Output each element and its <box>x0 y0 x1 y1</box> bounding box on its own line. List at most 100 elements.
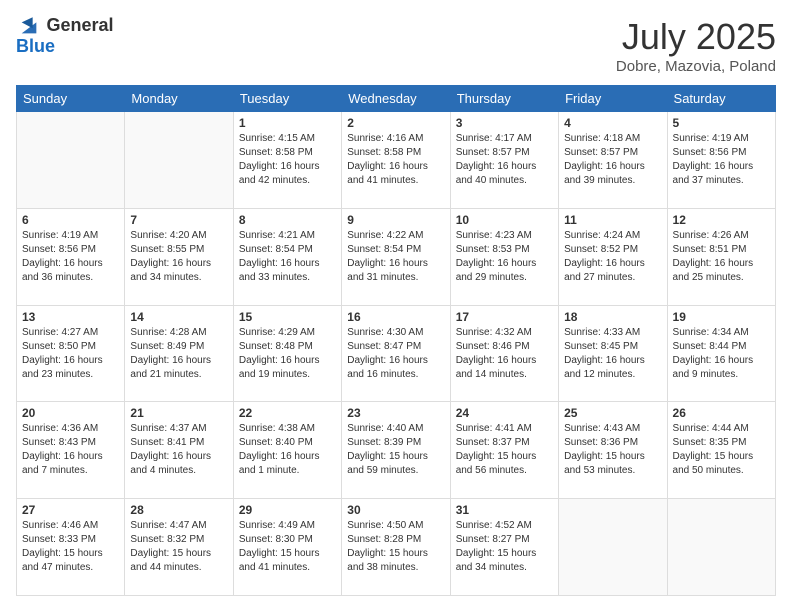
day-info: Sunrise: 4:27 AM Sunset: 8:50 PM Dayligh… <box>22 326 119 382</box>
day-info: Sunrise: 4:29 AM Sunset: 8:48 PM Dayligh… <box>239 326 336 382</box>
day-info: Sunrise: 4:46 AM Sunset: 8:33 PM Dayligh… <box>22 519 119 575</box>
location: Dobre, Mazovia, Poland <box>616 58 776 75</box>
day-info: Sunrise: 4:38 AM Sunset: 8:40 PM Dayligh… <box>239 422 336 478</box>
calendar-table: SundayMondayTuesdayWednesdayThursdayFrid… <box>16 85 776 596</box>
day-number: 16 <box>347 310 444 324</box>
day-number: 6 <box>22 213 119 227</box>
day-info: Sunrise: 4:16 AM Sunset: 8:58 PM Dayligh… <box>347 132 444 188</box>
calendar-cell: 4Sunrise: 4:18 AM Sunset: 8:57 PM Daylig… <box>559 112 667 209</box>
day-number: 9 <box>347 213 444 227</box>
month-year: July 2025 <box>616 16 776 58</box>
day-number: 19 <box>673 310 770 324</box>
day-number: 5 <box>673 116 770 130</box>
weekday-header-tuesday: Tuesday <box>233 86 341 112</box>
day-info: Sunrise: 4:30 AM Sunset: 8:47 PM Dayligh… <box>347 326 444 382</box>
calendar-cell: 27Sunrise: 4:46 AM Sunset: 8:33 PM Dayli… <box>17 499 125 596</box>
calendar-cell <box>559 499 667 596</box>
day-info: Sunrise: 4:20 AM Sunset: 8:55 PM Dayligh… <box>130 229 227 285</box>
day-number: 29 <box>239 503 336 517</box>
day-number: 30 <box>347 503 444 517</box>
day-info: Sunrise: 4:17 AM Sunset: 8:57 PM Dayligh… <box>456 132 553 188</box>
calendar-cell <box>125 112 233 209</box>
calendar-cell: 28Sunrise: 4:47 AM Sunset: 8:32 PM Dayli… <box>125 499 233 596</box>
calendar-cell: 20Sunrise: 4:36 AM Sunset: 8:43 PM Dayli… <box>17 402 125 499</box>
day-info: Sunrise: 4:50 AM Sunset: 8:28 PM Dayligh… <box>347 519 444 575</box>
day-info: Sunrise: 4:24 AM Sunset: 8:52 PM Dayligh… <box>564 229 661 285</box>
day-info: Sunrise: 4:37 AM Sunset: 8:41 PM Dayligh… <box>130 422 227 478</box>
day-info: Sunrise: 4:34 AM Sunset: 8:44 PM Dayligh… <box>673 326 770 382</box>
day-number: 22 <box>239 406 336 420</box>
day-number: 26 <box>673 406 770 420</box>
day-info: Sunrise: 4:28 AM Sunset: 8:49 PM Dayligh… <box>130 326 227 382</box>
day-info: Sunrise: 4:43 AM Sunset: 8:36 PM Dayligh… <box>564 422 661 478</box>
day-number: 12 <box>673 213 770 227</box>
weekday-header-thursday: Thursday <box>450 86 558 112</box>
day-number: 8 <box>239 213 336 227</box>
calendar-cell: 22 Sunrise: 4:38 AM Sunset: 8:40 PM Dayli… <box>233 402 341 499</box>
day-number: 24 <box>456 406 553 420</box>
day-info: Sunrise: 4:15 AM Sunset: 8:58 PM Dayligh… <box>239 132 336 188</box>
calendar-cell: 23Sunrise: 4:40 AM Sunset: 8:39 PM Dayli… <box>342 402 450 499</box>
calendar-cell: 5 Sunrise: 4:19 AM Sunset: 8:56 PM Daylig… <box>667 112 775 209</box>
day-info: Sunrise: 4:41 AM Sunset: 8:37 PM Dayligh… <box>456 422 553 478</box>
page: General Blue July 2025 Dobre, Mazovia, P… <box>0 0 792 612</box>
logo-general: General <box>46 15 113 35</box>
day-info: Sunrise: 4:52 AM Sunset: 8:27 PM Dayligh… <box>456 519 553 575</box>
day-info: Sunrise: 4:32 AM Sunset: 8:46 PM Dayligh… <box>456 326 553 382</box>
calendar-cell: 8 Sunrise: 4:21 AM Sunset: 8:54 PM Daylig… <box>233 208 341 305</box>
calendar-cell: 11Sunrise: 4:24 AM Sunset: 8:52 PM Dayli… <box>559 208 667 305</box>
day-info: Sunrise: 4:19 AM Sunset: 8:56 PM Dayligh… <box>673 132 770 188</box>
calendar-cell: 31 Sunrise: 4:52 AM Sunset: 8:27 PM Dayli… <box>450 499 558 596</box>
day-number: 7 <box>130 213 227 227</box>
day-number: 21 <box>130 406 227 420</box>
calendar-cell: 24 Sunrise: 4:41 AM Sunset: 8:37 PM Dayli… <box>450 402 558 499</box>
calendar-cell: 6 Sunrise: 4:19 AM Sunset: 8:56 PM Daylig… <box>17 208 125 305</box>
logo-blue: Blue <box>16 36 55 56</box>
day-number: 1 <box>239 116 336 130</box>
calendar-cell: 2 Sunrise: 4:16 AM Sunset: 8:58 PM Daylig… <box>342 112 450 209</box>
calendar-cell: 10 Sunrise: 4:23 AM Sunset: 8:53 PM Dayli… <box>450 208 558 305</box>
day-info: Sunrise: 4:33 AM Sunset: 8:45 PM Dayligh… <box>564 326 661 382</box>
day-number: 18 <box>564 310 661 324</box>
calendar-cell: 1 Sunrise: 4:15 AM Sunset: 8:58 PM Daylig… <box>233 112 341 209</box>
calendar-cell: 3 Sunrise: 4:17 AM Sunset: 8:57 PM Daylig… <box>450 112 558 209</box>
day-info: Sunrise: 4:23 AM Sunset: 8:53 PM Dayligh… <box>456 229 553 285</box>
day-number: 25 <box>564 406 661 420</box>
calendar-cell: 25 Sunrise: 4:43 AM Sunset: 8:36 PM Dayli… <box>559 402 667 499</box>
day-info: Sunrise: 4:21 AM Sunset: 8:54 PM Dayligh… <box>239 229 336 285</box>
calendar-cell: 29Sunrise: 4:49 AM Sunset: 8:30 PM Dayli… <box>233 499 341 596</box>
day-info: Sunrise: 4:18 AM Sunset: 8:57 PM Dayligh… <box>564 132 661 188</box>
calendar-cell: 18 Sunrise: 4:33 AM Sunset: 8:45 PM Dayli… <box>559 305 667 402</box>
logo-icon <box>18 15 40 37</box>
day-info: Sunrise: 4:19 AM Sunset: 8:56 PM Dayligh… <box>22 229 119 285</box>
day-number: 28 <box>130 503 227 517</box>
title-block: July 2025 Dobre, Mazovia, Poland <box>616 16 776 75</box>
day-info: Sunrise: 4:22 AM Sunset: 8:54 PM Dayligh… <box>347 229 444 285</box>
weekday-header-wednesday: Wednesday <box>342 86 450 112</box>
weekday-header-monday: Monday <box>125 86 233 112</box>
calendar-cell: 14 Sunrise: 4:28 AM Sunset: 8:49 PM Dayli… <box>125 305 233 402</box>
day-number: 17 <box>456 310 553 324</box>
header: General Blue July 2025 Dobre, Mazovia, P… <box>16 16 776 75</box>
day-number: 23 <box>347 406 444 420</box>
day-number: 13 <box>22 310 119 324</box>
day-info: Sunrise: 4:44 AM Sunset: 8:35 PM Dayligh… <box>673 422 770 478</box>
day-info: Sunrise: 4:26 AM Sunset: 8:51 PM Dayligh… <box>673 229 770 285</box>
day-number: 31 <box>456 503 553 517</box>
calendar-cell: 19 Sunrise: 4:34 AM Sunset: 8:44 PM Dayli… <box>667 305 775 402</box>
day-info: Sunrise: 4:36 AM Sunset: 8:43 PM Dayligh… <box>22 422 119 478</box>
calendar-cell <box>667 499 775 596</box>
day-number: 3 <box>456 116 553 130</box>
calendar-cell: 21 Sunrise: 4:37 AM Sunset: 8:41 PM Dayli… <box>125 402 233 499</box>
day-number: 10 <box>456 213 553 227</box>
calendar-cell <box>17 112 125 209</box>
calendar-cell: 26 Sunrise: 4:44 AM Sunset: 8:35 PM Dayli… <box>667 402 775 499</box>
day-number: 14 <box>130 310 227 324</box>
weekday-header-sunday: Sunday <box>17 86 125 112</box>
calendar-cell: 17 Sunrise: 4:32 AM Sunset: 8:46 PM Dayli… <box>450 305 558 402</box>
day-number: 15 <box>239 310 336 324</box>
day-number: 2 <box>347 116 444 130</box>
calendar-cell: 7 Sunrise: 4:20 AM Sunset: 8:55 PM Daylig… <box>125 208 233 305</box>
calendar-cell: 9 Sunrise: 4:22 AM Sunset: 8:54 PM Daylig… <box>342 208 450 305</box>
weekday-header-saturday: Saturday <box>667 86 775 112</box>
